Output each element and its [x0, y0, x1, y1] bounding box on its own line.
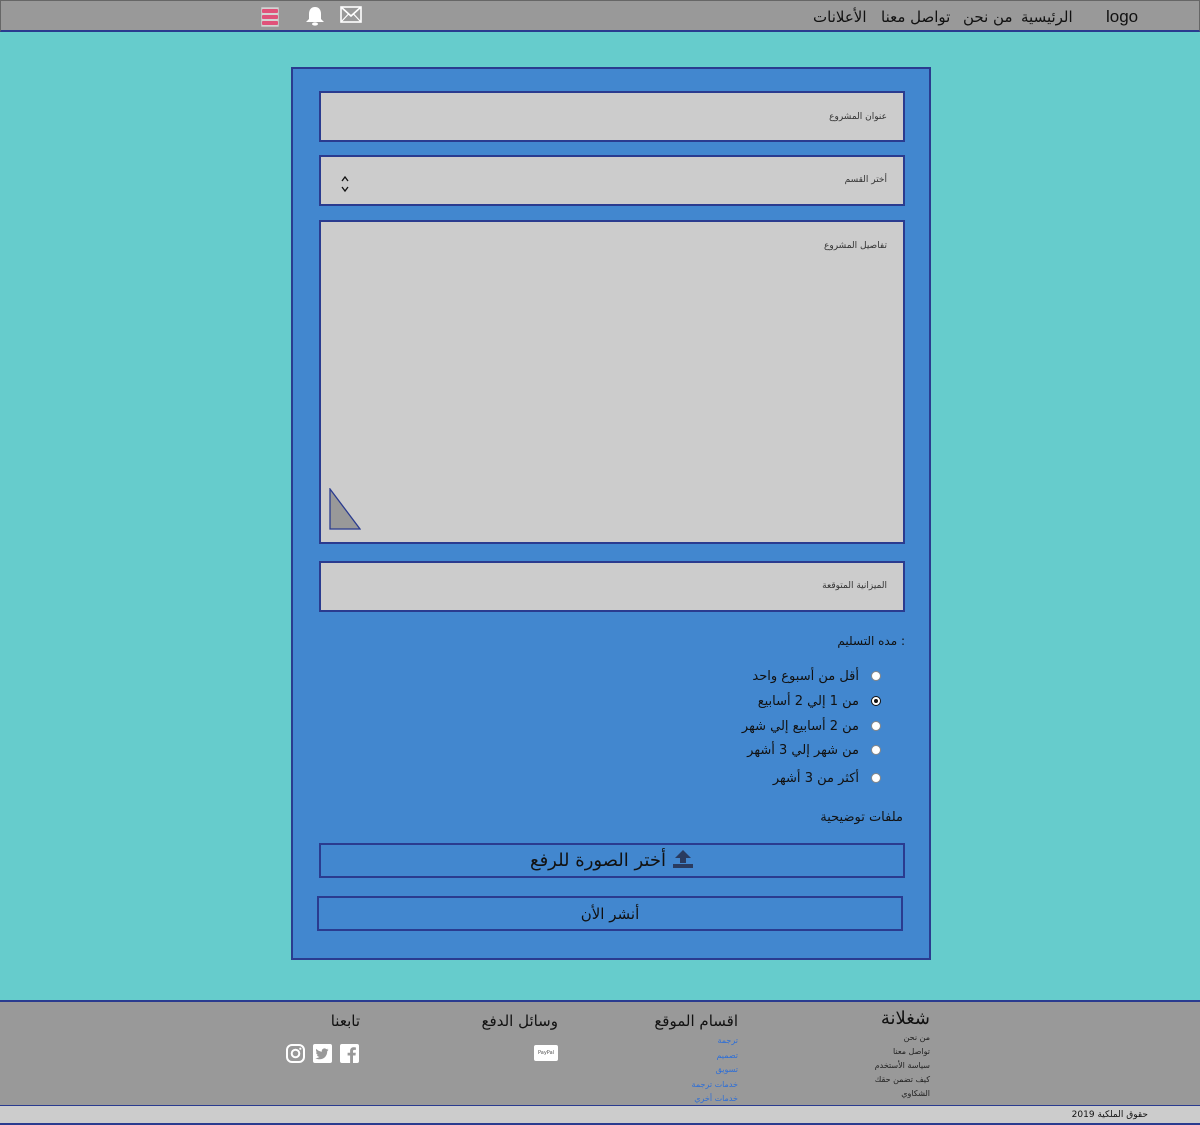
- project-details-textarea[interactable]: تفاصيل المشروع: [319, 220, 905, 544]
- footer: شغلانة من نحن تواصل معنا سياسة الأستخدم …: [0, 1000, 1200, 1105]
- nav-ads[interactable]: الأعلانات: [813, 8, 867, 26]
- delivery-option-5[interactable]: أكثر من 3 أشهر: [773, 768, 881, 788]
- copyright-bar: حقوق الملكية 2019: [0, 1105, 1200, 1125]
- footer-sections-column: اقسام الموقع ترجمة تصميم تسويق خدمات ترج…: [654, 1012, 738, 1107]
- radio-button-checked[interactable]: [871, 696, 881, 706]
- project-title-input[interactable]: عنوان المشروع: [319, 91, 905, 142]
- footer-section-link[interactable]: خدمات ترجمة: [654, 1078, 738, 1093]
- delivery-option-4[interactable]: من شهر إلي 3 أشهر: [747, 740, 881, 760]
- delivery-option-3[interactable]: من 2 أسابيع إلي شهر: [742, 716, 881, 736]
- footer-link[interactable]: تواصل معنا: [875, 1045, 930, 1059]
- footer-follow-title: تابعنا: [330, 1012, 360, 1030]
- facebook-icon[interactable]: [340, 1044, 360, 1064]
- footer-brand-column: شغلانة من نحن تواصل معنا سياسة الأستخدم …: [875, 1008, 930, 1101]
- upload-image-button[interactable]: أختر الصورة للرفع: [319, 843, 905, 878]
- instagram-icon[interactable]: [286, 1044, 306, 1064]
- delivery-option-label: أكثر من 3 أشهر: [772, 770, 859, 786]
- top-navbar: logo الرئيسية من نحن تواصل معنا الأعلانا…: [0, 0, 1200, 32]
- delivery-option-label: من شهر إلي 3 أشهر: [747, 742, 859, 758]
- delivery-label: مده التسليم :: [837, 634, 905, 648]
- upload-icon: [672, 849, 694, 873]
- category-placeholder: أختر القسم: [844, 175, 887, 185]
- nav-about[interactable]: من نحن: [963, 8, 1013, 26]
- publish-button[interactable]: أنشر الأن: [317, 896, 903, 931]
- delivery-option-label: أقل من أسبوع واحد: [752, 668, 859, 684]
- footer-link[interactable]: من نحن: [875, 1031, 930, 1045]
- project-form: عنوان المشروع أختر القسم تفاصيل المشروع …: [291, 67, 931, 960]
- category-select[interactable]: أختر القسم: [319, 155, 905, 206]
- upload-label: أختر الصورة للرفع: [529, 850, 666, 871]
- footer-payment-title: وسائل الدفع: [481, 1012, 558, 1030]
- delivery-option-label: من 1 إلي 2 أسابيع: [757, 693, 859, 709]
- footer-section-link[interactable]: ترجمة: [654, 1034, 739, 1049]
- project-title-placeholder: عنوان المشروع: [829, 112, 887, 122]
- footer-sections-title: اقسام الموقع: [654, 1012, 738, 1030]
- budget-placeholder: الميزانية المتوقعة: [822, 581, 887, 591]
- footer-link[interactable]: الشكاوي: [875, 1087, 930, 1101]
- radio-button[interactable]: [871, 671, 881, 681]
- mail-icon[interactable]: [340, 5, 362, 27]
- radio-button[interactable]: [871, 745, 881, 755]
- select-arrows-icon: [341, 175, 349, 195]
- footer-payment-column: وسائل الدفع: [482, 1012, 558, 1034]
- nav-home[interactable]: الرئيسية: [1021, 8, 1073, 26]
- paypal-icon[interactable]: PayPal: [534, 1045, 558, 1061]
- delivery-option-label: من 2 أسابيع إلي شهر: [741, 718, 859, 734]
- copyright-text: حقوق الملكية 2019: [1071, 1110, 1148, 1120]
- radio-button[interactable]: [871, 721, 881, 731]
- logo[interactable]: logo: [1106, 7, 1138, 27]
- menu-icon[interactable]: [260, 6, 282, 29]
- footer-follow-column: تابعنا: [331, 1012, 360, 1034]
- delivery-option-2[interactable]: من 1 إلي 2 أسابيع: [758, 691, 881, 711]
- resize-handle-icon[interactable]: [329, 487, 362, 534]
- twitter-icon[interactable]: [313, 1044, 333, 1064]
- bell-icon[interactable]: [304, 5, 326, 27]
- publish-label: أنشر الأن: [580, 904, 640, 923]
- project-details-placeholder: تفاصيل المشروع: [824, 241, 887, 251]
- radio-button[interactable]: [871, 773, 881, 783]
- budget-input[interactable]: الميزانية المتوقعة: [319, 561, 905, 612]
- footer-link[interactable]: سياسة الأستخدم: [875, 1059, 930, 1073]
- nav-contact[interactable]: تواصل معنا: [881, 8, 950, 26]
- footer-brand: شغلانة: [880, 1008, 930, 1029]
- files-label: ملفات توضيحية: [820, 810, 903, 825]
- footer-section-link[interactable]: تصميم: [654, 1049, 738, 1064]
- footer-section-link[interactable]: تسويق: [654, 1063, 738, 1078]
- delivery-option-1[interactable]: أقل من أسبوع واحد: [752, 666, 881, 686]
- footer-link[interactable]: كيف تضمن حقك: [875, 1073, 930, 1087]
